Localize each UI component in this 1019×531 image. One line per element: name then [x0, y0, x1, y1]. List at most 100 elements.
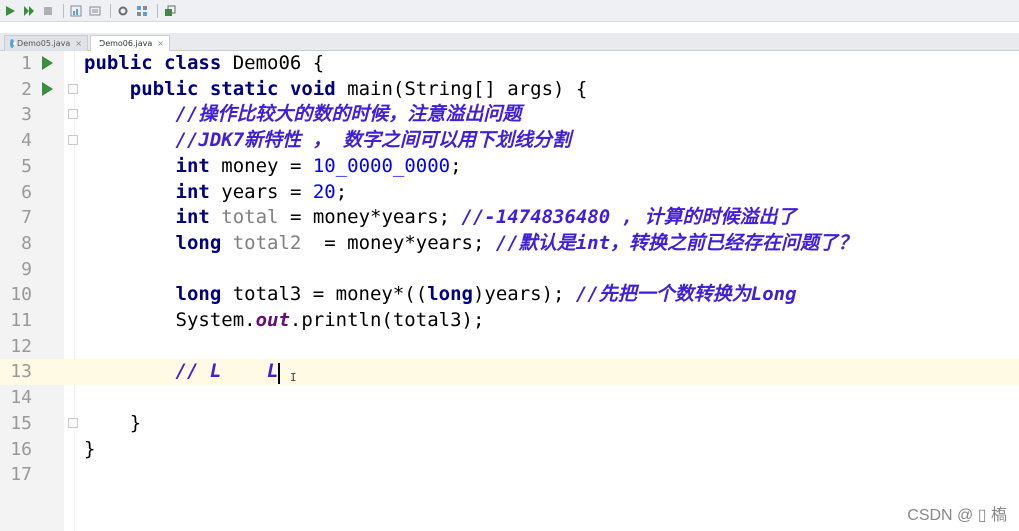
code-text[interactable]: //JDK7新特性 ， 数字之间可以用下划线分割: [84, 128, 572, 154]
line-number: 17: [10, 464, 32, 486]
debug-icon[interactable]: [21, 3, 37, 19]
code-token: )years);: [472, 283, 576, 306]
code-line[interactable]: 8 long total2 = money*years; //默认是int，转换…: [0, 231, 1019, 257]
code-line[interactable]: 16 }: [0, 437, 1019, 463]
code-line[interactable]: 12: [0, 334, 1019, 360]
code-text[interactable]: long total3 = money*((long)years); //先把一…: [84, 282, 797, 308]
run-gutter-icon[interactable]: [42, 81, 53, 96]
keyword: long: [175, 283, 222, 306]
line-number: 12: [10, 335, 32, 357]
code-text[interactable]: int years = 20;: [84, 180, 348, 206]
code-token: .println(total3);: [289, 309, 485, 331]
build-icon[interactable]: [87, 3, 103, 19]
line-number: 16: [10, 438, 32, 460]
stop-icon[interactable]: [40, 3, 56, 19]
mouse-cursor-icon: I: [290, 371, 297, 384]
code-token: =: [278, 180, 313, 203]
fold-marker-icon[interactable]: [68, 83, 78, 94]
code-line[interactable]: 14: [0, 385, 1019, 411]
code-token: System.: [175, 309, 256, 331]
code-text[interactable]: System.out.println(total3);: [84, 308, 485, 334]
line-number: 9: [21, 258, 32, 280]
code-text[interactable]: long total2 = money*years; //默认是int，转换之前…: [84, 231, 858, 257]
line-number: 3: [21, 104, 32, 126]
watermark: CSDN @ ▯ 槗: [907, 507, 1007, 524]
tab-demo05[interactable]: Demo05.java ×: [4, 35, 88, 51]
tab-demo06[interactable]: Demo06.java ×: [90, 35, 170, 51]
code-token: main(String[] args) {: [335, 77, 588, 100]
deploy-icon[interactable]: [162, 3, 178, 19]
coverage-icon[interactable]: [68, 3, 84, 19]
code-token: total3 = money*((: [221, 283, 428, 306]
code-line[interactable]: 11 System.out.println(total3);: [0, 308, 1019, 334]
code-editor[interactable]: 1 public class Demo06 { 2 public static …: [0, 51, 1019, 531]
close-icon[interactable]: ×: [75, 39, 82, 48]
code-line[interactable]: 7 int total = money*years; //-1474836480…: [0, 205, 1019, 231]
code-token: ;: [335, 180, 348, 203]
run-icon[interactable]: [2, 3, 18, 19]
comment: // L L: [175, 360, 279, 383]
code-token: ;: [450, 154, 462, 177]
code-line[interactable]: 3 //操作比较大的数的时候，注意溢出问题: [0, 102, 1019, 128]
line-number: 8: [21, 232, 32, 254]
current-code-line[interactable]: 13 // L L: [0, 359, 1019, 386]
line-number: 14: [10, 387, 32, 409]
variable: years: [221, 180, 279, 203]
close-icon[interactable]: ×: [157, 39, 164, 48]
code-token: =: [278, 154, 313, 177]
main-toolbar: [0, 0, 1019, 22]
code-text[interactable]: int money = 10_0000_0000;: [84, 154, 462, 180]
fold-marker-icon[interactable]: [68, 417, 78, 428]
text-caret: [278, 363, 280, 384]
code-text[interactable]: }: [84, 411, 141, 437]
code-line[interactable]: 5 int money = 10_0000_0000;: [0, 154, 1019, 180]
code-token: Demo06 {: [221, 52, 325, 74]
code-line[interactable]: 1 public class Demo06 {: [0, 51, 1019, 77]
fold-marker-icon[interactable]: [68, 135, 78, 146]
line-number: 4: [21, 130, 32, 152]
toolbar-divider: [63, 3, 64, 18]
keyword: int: [175, 154, 210, 177]
tab-label: Demo06.java: [99, 39, 153, 48]
code-line[interactable]: 9: [0, 257, 1019, 283]
comment: //先把一个数转换为Long: [575, 283, 797, 306]
code-text[interactable]: // L L: [84, 359, 279, 385]
comment: //默认是int，转换之前已经存在问题了？: [495, 231, 858, 254]
line-number: 6: [21, 181, 32, 203]
run-gutter-icon[interactable]: [42, 56, 53, 70]
tab-label: Demo05.java: [17, 39, 71, 48]
code-text[interactable]: public static void main(String[] args) {: [84, 77, 588, 103]
line-number: 7: [21, 207, 32, 229]
code-text[interactable]: public class Demo06 {: [84, 51, 324, 77]
fold-marker-icon[interactable]: [68, 109, 78, 120]
keyword: static: [209, 77, 279, 100]
code-text[interactable]: int total = money*years; //-1474836480 ,…: [84, 205, 797, 231]
code-text[interactable]: //操作比较大的数的时候，注意溢出问题: [84, 102, 522, 128]
code-line[interactable]: 2 public static void main(String[] args)…: [0, 77, 1019, 103]
code-line[interactable]: 6 int years = 20;: [0, 180, 1019, 206]
code-line[interactable]: 4 //JDK7新特性 ， 数字之间可以用下划线分割: [0, 128, 1019, 154]
code-token: }: [84, 437, 96, 460]
variable: money: [221, 154, 279, 177]
comment: //-1474836480 , 计算的时候溢出了: [461, 206, 797, 229]
keyword: long: [427, 283, 473, 306]
unused-variable: total2: [232, 231, 302, 254]
code-text[interactable]: }: [84, 437, 95, 463]
keyword: void: [289, 77, 336, 100]
keyword: public: [129, 77, 199, 100]
line-number: 15: [10, 412, 32, 434]
number-literal: 10_0000_0000: [312, 154, 451, 177]
settings-icon[interactable]: [115, 3, 131, 19]
code-line[interactable]: 17: [0, 462, 1019, 488]
code-line[interactable]: 15 }: [0, 411, 1019, 437]
structure-icon[interactable]: [134, 3, 150, 19]
line-number: 5: [21, 155, 32, 177]
keyword: int: [175, 206, 210, 229]
line-number: 10: [10, 284, 32, 306]
code-line[interactable]: 10 long total3 = money*((long)years); //…: [0, 282, 1019, 308]
code-token: = money*years;: [301, 231, 496, 254]
toolbar-divider: [157, 3, 158, 18]
comment: //JDK7新特性 ， 数字之间可以用下划线分割: [175, 129, 572, 152]
line-number: 13: [10, 361, 32, 383]
keyword: int: [175, 180, 210, 203]
